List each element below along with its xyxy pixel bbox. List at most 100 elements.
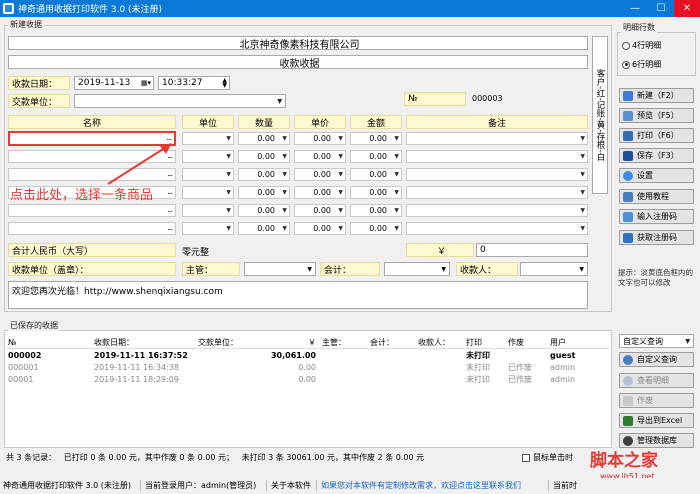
- item-unit-cell[interactable]: ▼: [182, 204, 234, 217]
- chevron-down-icon[interactable]: ▼: [394, 207, 399, 214]
- chevron-down-icon[interactable]: ▼: [394, 189, 399, 196]
- item-note-cell[interactable]: ▼: [406, 168, 588, 181]
- total-label[interactable]: 合计人民币（大写）: [8, 243, 176, 257]
- item-amount-cell[interactable]: 0.00 ▼: [350, 186, 402, 199]
- item-qty-cell[interactable]: 0.00 ▼: [238, 132, 290, 145]
- settings-button[interactable]: 设置: [619, 168, 694, 183]
- item-price-cell[interactable]: 0.00 ▼: [294, 132, 346, 145]
- chevron-down-icon[interactable]: ▼: [579, 266, 584, 273]
- date-picker[interactable]: 2019-11-13 ▦▾: [74, 76, 154, 90]
- chevron-down-icon[interactable]: ▼: [307, 266, 312, 273]
- ellipsis-button[interactable]: ...: [167, 223, 173, 232]
- print-button[interactable]: 打印（F6）: [619, 128, 694, 143]
- cashier-combo[interactable]: ▼: [520, 262, 588, 276]
- unit-label[interactable]: 交款单位：: [8, 94, 70, 108]
- contact-link[interactable]: 如果您对本软件有定制修改需求，欢迎点击这里联系我们: [317, 479, 549, 491]
- chevron-down-icon[interactable]: ▼: [394, 171, 399, 178]
- chevron-down-icon[interactable]: ▼: [394, 153, 399, 160]
- enter-code-button[interactable]: 输入注册码: [619, 209, 694, 224]
- item-note-cell[interactable]: ▼: [406, 204, 588, 217]
- chevron-down-icon[interactable]: ▼: [282, 189, 287, 196]
- supervisor-label[interactable]: 主管：: [182, 262, 240, 276]
- no-label[interactable]: №: [404, 92, 466, 106]
- item-qty-cell[interactable]: 0.00 ▼: [238, 222, 290, 235]
- view-detail-button[interactable]: 查看明细: [619, 373, 694, 388]
- item-name-cell[interactable]: ...: [8, 204, 176, 217]
- item-price-cell[interactable]: 0.00 ▼: [294, 150, 346, 163]
- total-number[interactable]: 0: [476, 243, 588, 257]
- saved-grid[interactable]: № 收款日期： 交款单位： ￥ 主管： 会计： 收款人： 打印 作废 用户 00…: [6, 337, 610, 385]
- chevron-down-icon[interactable]: ▼: [226, 207, 231, 214]
- item-qty-cell[interactable]: 0.00 ▼: [238, 168, 290, 181]
- item-note-cell[interactable]: ▼: [406, 186, 588, 199]
- chevron-down-icon[interactable]: ▼: [282, 135, 287, 142]
- chevron-down-icon[interactable]: ▼: [338, 135, 343, 142]
- radio-6-rows[interactable]: 6行明细: [622, 59, 661, 70]
- item-price-cell[interactable]: 0.00 ▼: [294, 204, 346, 217]
- item-unit-cell[interactable]: ▼: [182, 222, 234, 235]
- time-picker[interactable]: 10:33:27 ▲ ▼: [158, 76, 230, 90]
- chevron-down-icon[interactable]: ▼: [338, 207, 343, 214]
- tutorial-button[interactable]: 使用教程: [619, 189, 694, 204]
- item-qty-cell[interactable]: 0.00 ▼: [238, 186, 290, 199]
- chevron-down-icon[interactable]: ▼: [226, 135, 231, 142]
- chevron-down-icon[interactable]: ▼: [226, 171, 231, 178]
- chevron-down-icon[interactable]: ▼: [580, 135, 585, 142]
- chevron-down-icon[interactable]: ▼: [338, 225, 343, 232]
- chevron-down-icon[interactable]: ▼: [282, 207, 287, 214]
- chevron-down-icon[interactable]: ▼: [226, 153, 231, 160]
- ellipsis-button[interactable]: ...: [167, 205, 173, 214]
- item-unit-cell[interactable]: ▼: [182, 168, 234, 181]
- item-unit-cell[interactable]: ▼: [182, 150, 234, 163]
- new-button[interactable]: 新建（F2）: [619, 88, 694, 103]
- minimize-button[interactable]: —: [622, 0, 648, 17]
- chevron-down-icon[interactable]: ▼: [282, 225, 287, 232]
- chevron-down-icon[interactable]: ▼: [580, 189, 585, 196]
- accountant-combo[interactable]: ▼: [384, 262, 450, 276]
- item-amount-cell[interactable]: 0.00 ▼: [350, 222, 402, 235]
- table-row[interactable]: 00001 2019-11-11 18:29:09 0.00 未打印 已作废 admin: [6, 373, 610, 385]
- save-button[interactable]: 保存（F3）: [619, 148, 694, 163]
- query-select[interactable]: 自定义查询 ▼: [619, 334, 694, 348]
- chevron-down-icon[interactable]: ▼: [394, 135, 399, 142]
- cashier-label[interactable]: 收款人：: [456, 262, 518, 276]
- chevron-down-icon[interactable]: ▼: [282, 153, 287, 160]
- payer-unit-combo[interactable]: ▼: [74, 94, 286, 108]
- item-amount-cell[interactable]: 0.00 ▼: [350, 168, 402, 181]
- chevron-down-icon[interactable]: ▼: [338, 153, 343, 160]
- item-unit-cell[interactable]: ▼: [182, 186, 234, 199]
- chevron-down-icon[interactable]: ▼: [226, 189, 231, 196]
- void-button[interactable]: 作废: [619, 393, 694, 408]
- table-row[interactable]: 000001 2019-11-11 16:34:38 0.00 未打印 已作废 admin: [6, 361, 610, 373]
- memo-field[interactable]: 欢迎您再次光临！http://www.shenqixiangsu.com: [8, 281, 588, 309]
- chevron-down-icon[interactable]: ▼: [580, 153, 585, 160]
- date-label[interactable]: 收款日期：: [8, 76, 70, 90]
- item-qty-cell[interactable]: 0.00 ▼: [238, 150, 290, 163]
- item-unit-cell[interactable]: ▼: [182, 132, 234, 145]
- chevron-down-icon[interactable]: ▼: [580, 225, 585, 232]
- accountant-label[interactable]: 会计：: [320, 262, 380, 276]
- chevron-down-icon[interactable]: ▼: [580, 171, 585, 178]
- item-qty-cell[interactable]: 0.00 ▼: [238, 204, 290, 217]
- item-price-cell[interactable]: 0.00 ▼: [294, 186, 346, 199]
- table-row[interactable]: 000002 2019-11-11 16:37:52 30,061.00 未打印 gue…: [6, 349, 610, 361]
- chevron-down-icon[interactable]: ▼: [685, 338, 690, 345]
- chevron-down-icon[interactable]: ▼: [580, 207, 585, 214]
- radio-4-rows[interactable]: 4行明细: [622, 40, 661, 51]
- chevron-down-icon[interactable]: ▼: [282, 171, 287, 178]
- preview-button[interactable]: 预览（F5）: [619, 108, 694, 123]
- item-amount-cell[interactable]: 0.00 ▼: [350, 204, 402, 217]
- item-name-cell[interactable]: ...: [8, 222, 176, 235]
- yen-label[interactable]: ￥: [406, 243, 474, 257]
- item-price-cell[interactable]: 0.00 ▼: [294, 168, 346, 181]
- supervisor-combo[interactable]: ▼: [244, 262, 316, 276]
- company-name-field[interactable]: 北京神奇像素科技有限公司: [8, 36, 588, 51]
- custom-query-button[interactable]: 自定义查询: [619, 352, 694, 367]
- chevron-down-icon[interactable]: ▼: [441, 266, 446, 273]
- chevron-down-icon[interactable]: ▼: [338, 189, 343, 196]
- item-note-cell[interactable]: ▼: [406, 132, 588, 145]
- chevron-down-icon[interactable]: ▼: [226, 225, 231, 232]
- item-note-cell[interactable]: ▼: [406, 150, 588, 163]
- item-price-cell[interactable]: 0.00 ▼: [294, 222, 346, 235]
- about-link[interactable]: 关于本软件: [267, 479, 317, 491]
